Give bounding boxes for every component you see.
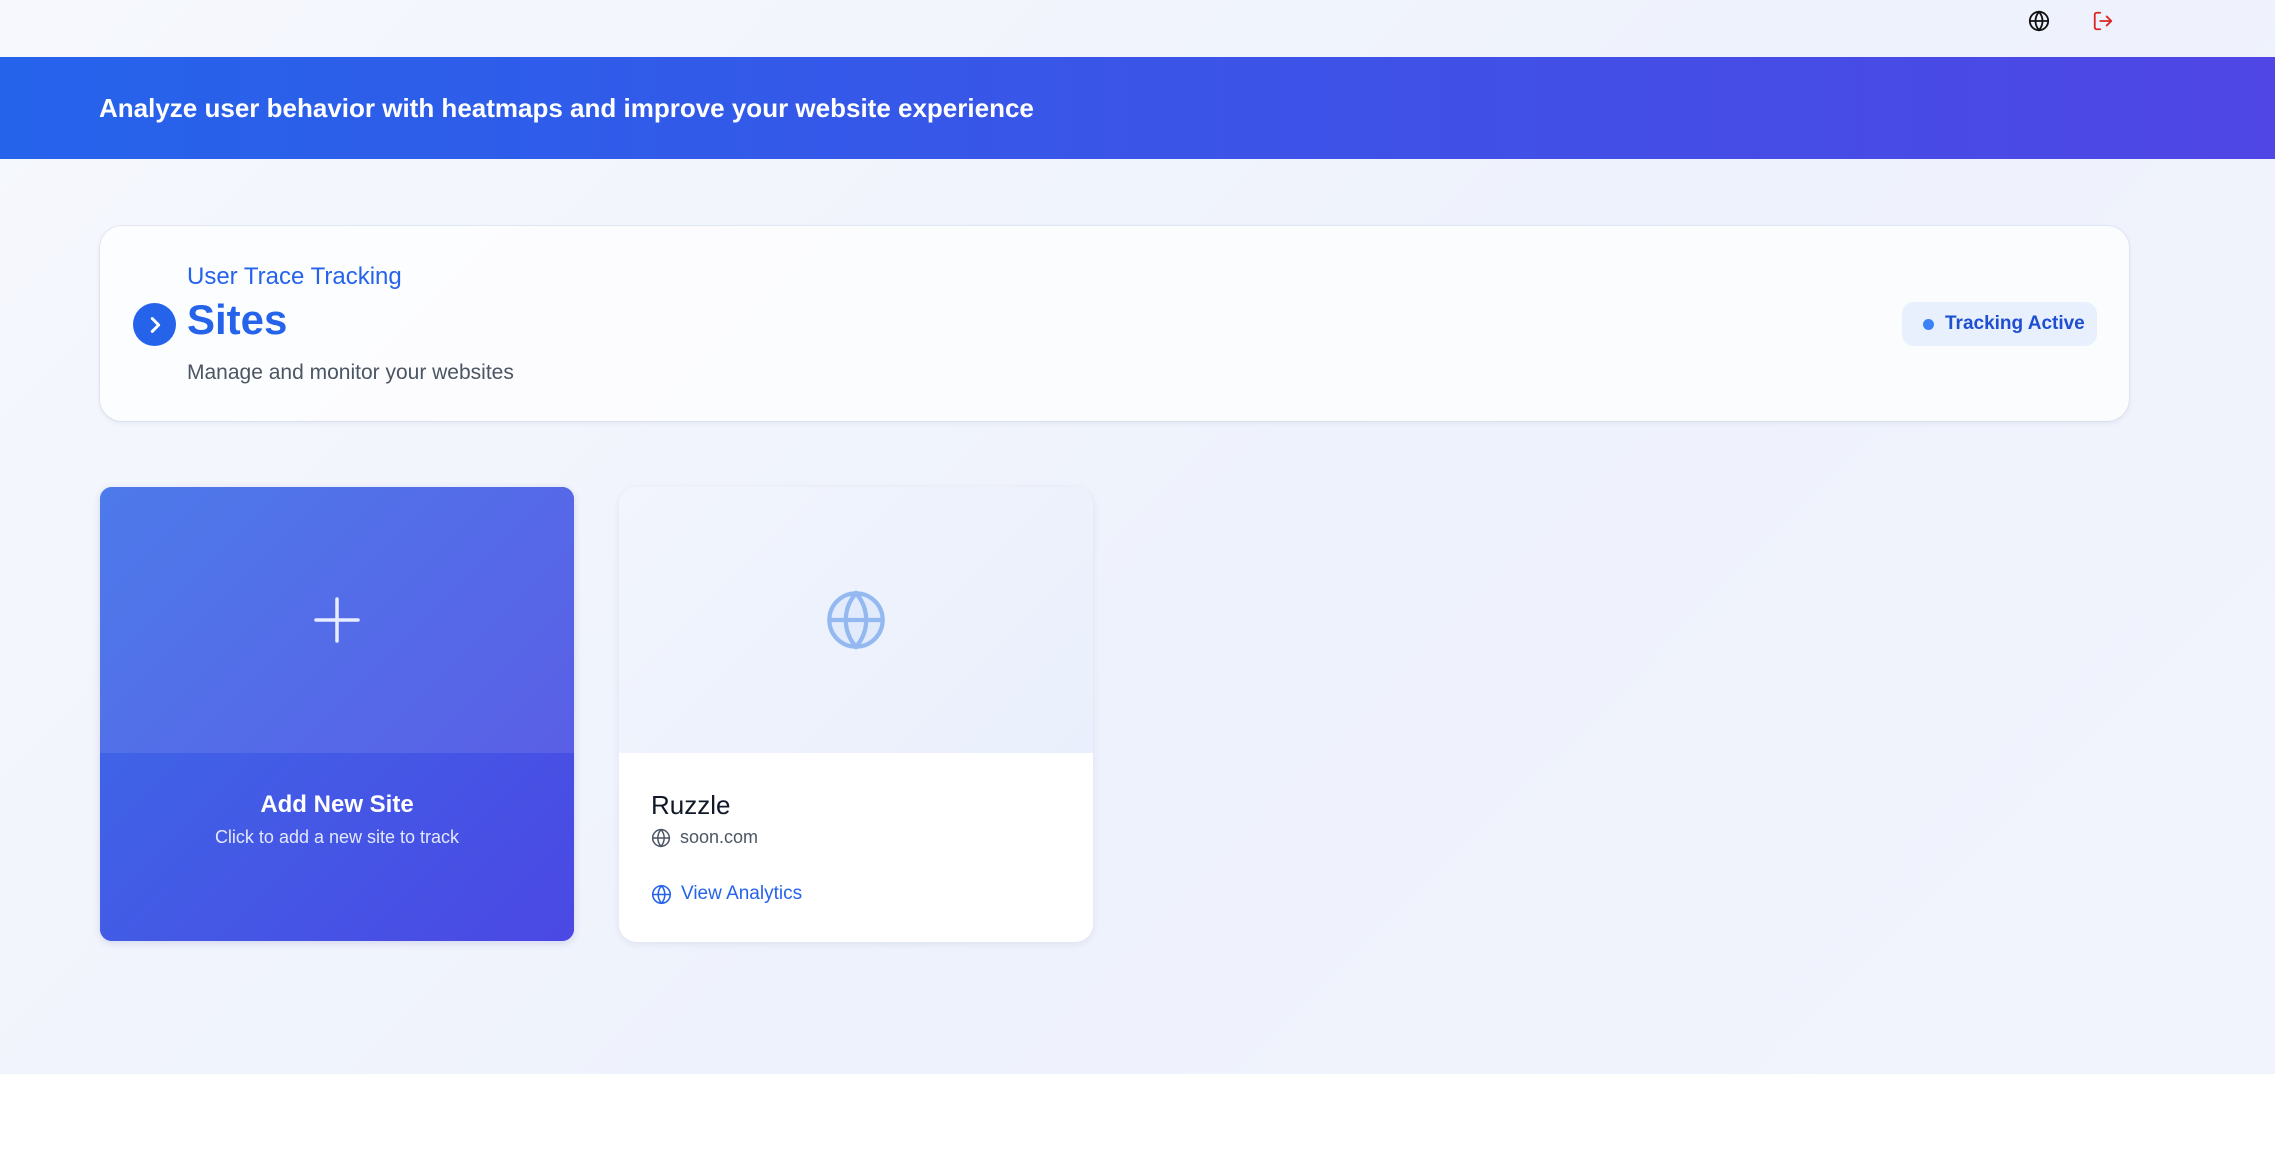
banner-text: Analyze user behavior with heatmaps and … [99,92,1034,123]
add-site-subtitle: Click to add a new site to track [214,827,460,847]
app-background: Analyze user behavior with heatmaps and … [0,0,2275,1074]
status-text: Tracking Active [1945,313,2085,334]
page-header-card [100,226,2129,421]
view-analytics-label: View Analytics [681,883,803,904]
add-new-site-card[interactable]: Add New Site Click to add a new site to … [100,487,574,941]
logout-icon[interactable] [2086,4,2120,38]
tracking-status-badge: Tracking Active [1902,302,2097,346]
site-card-thumbnail [619,487,1093,753]
plus-icon [314,597,360,643]
hero-banner: Analyze user behavior with heatmaps and … [0,57,2275,159]
language-globe-icon[interactable] [2022,4,2056,38]
add-site-title: Add New Site [260,791,414,818]
site-name: Ruzzle [651,790,731,820]
globe-icon [651,828,671,847]
status-dot-icon [1923,318,1934,330]
globe-icon [651,884,672,904]
page-subtitle: Manage and monitor your websites [187,361,514,384]
top-bar [0,0,2275,57]
view-analytics-link[interactable]: View Analytics [651,883,802,905]
add-card-top [100,487,574,753]
section-eyebrow: User Trace Tracking [187,263,402,290]
page-title: Sites [187,296,288,343]
chevron-right-icon [133,303,176,346]
globe-icon [827,590,885,650]
site-domain: soon.com [680,827,759,847]
site-card[interactable]: Ruzzle soon.com View Analytics [619,487,1093,942]
site-domain-row: soon.com [651,827,758,848]
